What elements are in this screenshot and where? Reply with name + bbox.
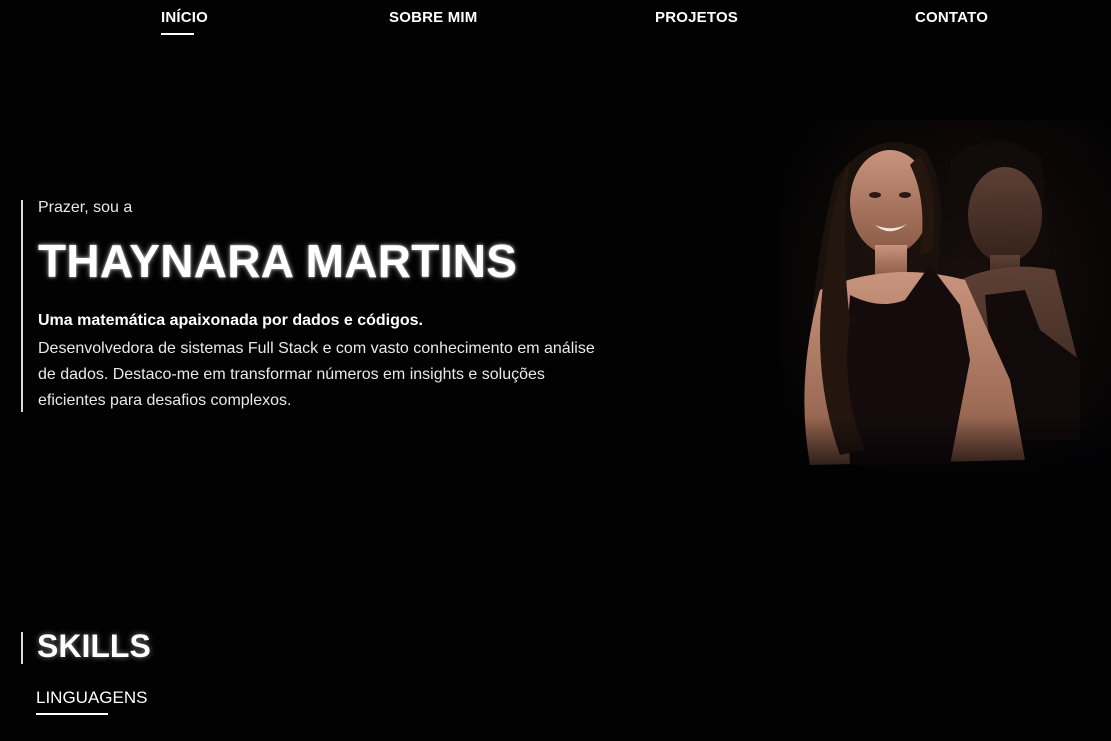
skills-accent-bar bbox=[21, 632, 23, 664]
nav-item-inicio[interactable]: INÍCIO bbox=[161, 9, 208, 26]
hero-description: Desenvolvedora de sistemas Full Stack e … bbox=[38, 340, 595, 409]
nav-item-contato[interactable]: CONTATO bbox=[915, 9, 988, 26]
page: INÍCIO SOBRE MIM PROJETOS CONTATO Prazer… bbox=[0, 0, 1111, 741]
top-navigation: INÍCIO SOBRE MIM PROJETOS CONTATO bbox=[0, 0, 1111, 40]
hero-greeting: Prazer, sou a bbox=[38, 199, 133, 216]
skills-tab-linguagens[interactable]: LINGUAGENS bbox=[36, 688, 147, 708]
nav-item-sobre-mim[interactable]: SOBRE MIM bbox=[389, 9, 477, 26]
skills-title: SKILLS bbox=[37, 628, 151, 664]
nav-active-underline bbox=[161, 33, 194, 35]
profile-photo bbox=[780, 120, 1111, 490]
hero-name: THAYNARA MARTINS bbox=[38, 235, 518, 287]
hero-accent-bar bbox=[21, 200, 23, 412]
skills-tab-underline bbox=[36, 713, 108, 715]
nav-item-projetos[interactable]: PROJETOS bbox=[655, 9, 738, 26]
hero-tagline: Uma matemática apaixonada por dados e có… bbox=[38, 312, 423, 329]
